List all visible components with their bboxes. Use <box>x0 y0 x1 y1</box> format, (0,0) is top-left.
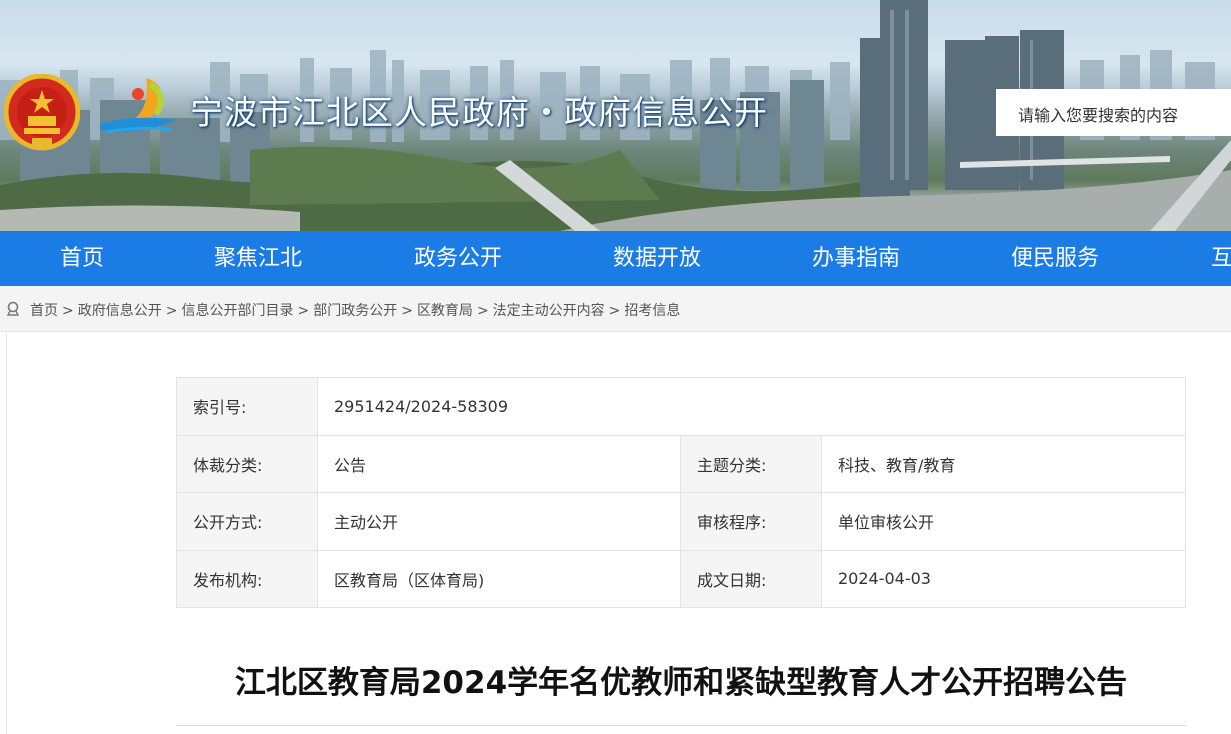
genre-value: 公告 <box>317 434 681 493</box>
breadcrumb-education-bureau[interactable]: 区教育局 <box>417 303 473 319</box>
breadcrumb-separator: > <box>608 303 621 319</box>
breadcrumb-separator: > <box>165 303 178 319</box>
location-pin-icon <box>6 301 20 316</box>
table-row: 发布机构: 区教育局（区体育局) 成文日期: 2024-04-03 <box>176 549 1186 608</box>
site-title: 宁波市江北区人民政府・政府信息公开 <box>190 93 768 132</box>
index-number-label: 索引号: <box>176 377 318 436</box>
topic-value: 科技、教育/教育 <box>821 434 1186 493</box>
nav-item-focus-jiangbei[interactable]: 聚焦江北 <box>214 231 302 286</box>
nav-item-open-data[interactable]: 数据开放 <box>613 231 701 286</box>
nav-item-interaction[interactable]: 互 <box>1211 231 1231 286</box>
main-nav: 首页 聚焦江北 政务公开 数据开放 办事指南 便民服务 互 <box>0 231 1231 286</box>
nav-item-public-service[interactable]: 便民服务 <box>1011 231 1099 286</box>
document-metadata-table: 索引号: 2951424/2024-58309 体裁分类: 公告 主题分类: 科… <box>176 377 1186 608</box>
breadcrumb: 首页 > 政府信息公开 > 信息公开部门目录 > 部门政务公开 > 区教育局 > 法定主动公开内容 >… <box>0 286 1231 332</box>
table-row: 索引号: 2951424/2024-58309 <box>176 377 1186 436</box>
breadcrumb-separator: > <box>297 303 310 319</box>
breadcrumb-separator: > <box>62 303 74 319</box>
breadcrumb-recruitment-info[interactable]: 招考信息 <box>624 303 680 319</box>
issuer-value: 区教育局（区体育局) <box>317 549 681 608</box>
issuer-label: 发布机构: <box>176 549 318 608</box>
title-divider <box>176 725 1186 726</box>
table-row: 体裁分类: 公告 主题分类: 科技、教育/教育 <box>176 434 1186 493</box>
index-number-value: 2951424/2024-58309 <box>317 377 1186 436</box>
jiangbei-logo-icon <box>100 78 176 134</box>
publicity-method-label: 公开方式: <box>176 492 318 551</box>
breadcrumb-dept-affairs[interactable]: 部门政务公开 <box>313 303 397 319</box>
document-date-label: 成文日期: <box>680 549 822 608</box>
breadcrumb-home[interactable]: 首页 <box>30 303 58 319</box>
breadcrumb-statutory-content[interactable]: 法定主动公开内容 <box>493 303 605 319</box>
national-emblem-icon <box>4 74 80 151</box>
breadcrumb-gov-info[interactable]: 政府信息公开 <box>78 303 162 319</box>
nav-item-government-affairs[interactable]: 政务公开 <box>414 231 502 286</box>
breadcrumb-separator: > <box>401 303 413 319</box>
header-banner: 宁波市江北区人民政府・政府信息公开 请输入您要搜索的内容 <box>0 0 1231 231</box>
breadcrumb-separator: > <box>476 303 489 319</box>
nav-item-service-guide[interactable]: 办事指南 <box>812 231 900 286</box>
table-row: 公开方式: 主动公开 审核程序: 单位审核公开 <box>176 492 1186 551</box>
search-input[interactable]: 请输入您要搜索的内容 <box>996 89 1231 136</box>
article-title: 江北区教育局2024学年名优教师和紧缺型教育人才公开招聘公告 <box>234 665 1128 701</box>
publicity-method-value: 主动公开 <box>317 492 681 551</box>
review-procedure-label: 审核程序: <box>680 492 822 551</box>
document-date-value: 2024-04-03 <box>821 549 1186 608</box>
nav-item-home[interactable]: 首页 <box>60 231 104 286</box>
breadcrumb-dept-directory[interactable]: 信息公开部门目录 <box>181 303 293 319</box>
genre-label: 体裁分类: <box>176 434 318 493</box>
topic-label: 主题分类: <box>680 434 822 493</box>
review-procedure-value: 单位审核公开 <box>821 492 1186 551</box>
